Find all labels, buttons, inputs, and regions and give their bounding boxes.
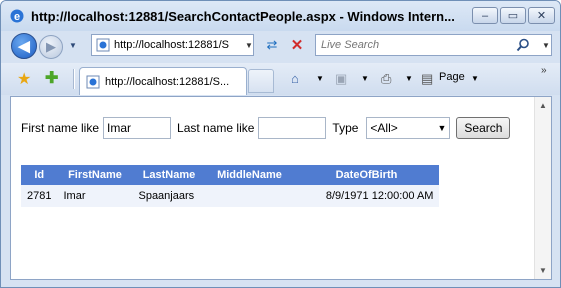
stop-icon[interactable]: ✕	[286, 35, 308, 55]
print-icon[interactable]: ⎙	[381, 71, 391, 87]
last-name-input[interactable]	[258, 117, 327, 139]
grid-header-row: Id FirstName LastName MiddleName DateOfB…	[21, 165, 440, 185]
column-header-id: Id	[21, 165, 58, 185]
chevron-down-icon: ▼	[437, 123, 447, 133]
new-tab-button[interactable]	[248, 69, 274, 93]
close-button[interactable]: ✕	[528, 7, 555, 24]
tab-title: http://localhost:12881/S...	[105, 75, 230, 88]
tab-current[interactable]: http://localhost:12881/S...	[79, 67, 247, 95]
page-dropdown-icon[interactable]: ▼	[471, 74, 479, 83]
ie-icon: e	[10, 9, 24, 23]
browser-window: e http://localhost:12881/SearchContactPe…	[0, 0, 561, 288]
search-input[interactable]	[321, 39, 506, 51]
page-icon	[96, 38, 110, 52]
forward-icon[interactable]: ▶	[39, 35, 63, 59]
print-dropdown-icon[interactable]: ▼	[405, 74, 413, 83]
column-header-lastname: LastName	[132, 165, 206, 185]
vertical-scrollbar[interactable]: ▲ ▼	[534, 97, 551, 279]
column-header-firstname: FirstName	[57, 165, 133, 185]
address-dropdown-icon[interactable]: ▼	[245, 41, 253, 50]
scroll-down-icon[interactable]: ▼	[539, 266, 547, 275]
live-search-box[interactable]: ▼	[315, 34, 552, 56]
navigation-bar: ◀ ▶ ▼ http://localhost:12881/S ▼ ⇄ ✕ ▼	[1, 31, 560, 61]
title-bar: e http://localhost:12881/SearchContactPe…	[1, 1, 560, 31]
scroll-up-icon[interactable]: ▲	[539, 101, 547, 110]
address-bar[interactable]: http://localhost:12881/S	[91, 34, 254, 56]
page-icon	[86, 75, 100, 88]
first-name-input[interactable]	[103, 117, 172, 139]
type-label: Type	[332, 121, 359, 135]
favorites-star-icon[interactable]: ★	[17, 69, 31, 89]
column-header-middlename: MiddleName	[205, 165, 294, 185]
cell-middlename	[205, 185, 294, 207]
page-content: First name like Last name like Type <All…	[10, 96, 552, 280]
history-dropdown-icon[interactable]: ▼	[69, 41, 77, 50]
window-title: http://localhost:12881/SearchContactPeop…	[31, 9, 455, 24]
home-icon[interactable]: ⌂	[291, 71, 299, 86]
feeds-icon[interactable]: ▣	[335, 71, 347, 87]
search-form: First name like Last name like Type <All…	[21, 117, 511, 139]
table-row: 2781 Imar Spaanjaars 8/9/1971 12:00:00 A…	[21, 185, 440, 207]
cell-firstname: Imar	[57, 185, 133, 207]
home-dropdown-icon[interactable]: ▼	[316, 74, 324, 83]
tab-toolbar: ★ ✚ http://localhost:12881/S... ⌂ ▼ ▣ ▼ …	[1, 63, 560, 95]
search-button[interactable]: Search	[456, 117, 511, 139]
maximize-button[interactable]: ▭	[500, 7, 526, 24]
cell-lastname: Spaanjaars	[132, 185, 206, 207]
type-select[interactable]: <All> ▼	[366, 117, 451, 139]
page-menu-button[interactable]: Page	[439, 71, 465, 83]
chevron-more-icon[interactable]: »	[541, 65, 547, 76]
add-favorites-icon[interactable]: ✚	[45, 68, 58, 88]
minimize-button[interactable]: ‒	[472, 7, 498, 24]
search-icon[interactable]	[516, 38, 530, 52]
cell-dateofbirth: 8/9/1971 12:00:00 AM	[293, 185, 440, 207]
feeds-dropdown-icon[interactable]: ▼	[361, 74, 369, 83]
search-dropdown-icon[interactable]: ▼	[542, 41, 550, 50]
results-grid: Id FirstName LastName MiddleName DateOfB…	[21, 165, 440, 207]
last-name-label: Last name like	[177, 121, 255, 135]
refresh-icon[interactable]: ⇄	[261, 35, 283, 55]
address-url[interactable]: http://localhost:12881/S	[114, 39, 239, 51]
cell-id: 2781	[21, 185, 58, 207]
toolbar-separator	[73, 69, 75, 89]
back-icon[interactable]: ◀	[11, 33, 37, 59]
page-menu-icon[interactable]: ▤	[421, 71, 433, 87]
type-select-value: <All>	[370, 121, 398, 135]
first-name-label: First name like	[21, 121, 100, 135]
svg-text:e: e	[14, 11, 20, 23]
column-header-dateofbirth: DateOfBirth	[293, 165, 440, 185]
